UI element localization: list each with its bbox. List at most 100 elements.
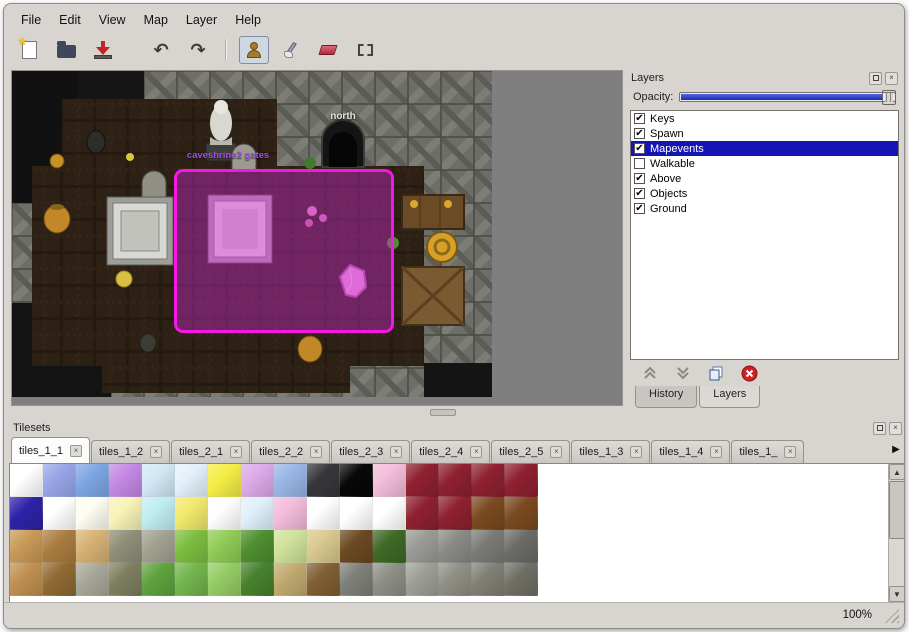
- tileset-tile[interactable]: [142, 464, 175, 497]
- tileset-tile[interactable]: [373, 497, 406, 530]
- tileset-tab[interactable]: tiles_2_4 ×: [411, 440, 490, 463]
- save-button[interactable]: [88, 36, 118, 64]
- layer-visibility-checkbox[interactable]: [634, 113, 645, 124]
- tileset-tile[interactable]: [340, 563, 373, 596]
- layer-row[interactable]: Ground: [631, 201, 898, 216]
- float-panel-button[interactable]: [869, 72, 882, 85]
- tileset-tile[interactable]: [241, 497, 274, 530]
- menu-item[interactable]: Layer: [177, 11, 226, 29]
- tileset-tile[interactable]: [274, 563, 307, 596]
- eraser-tool-button[interactable]: [313, 36, 343, 64]
- tileset-tile[interactable]: [43, 497, 76, 530]
- tileset-tile[interactable]: [10, 464, 43, 497]
- tileset-tab[interactable]: tiles_2_3 ×: [331, 440, 410, 463]
- tileset-tile[interactable]: [76, 530, 109, 563]
- undo-button[interactable]: ↶: [146, 36, 176, 64]
- map-selection-rect[interactable]: [174, 169, 394, 333]
- close-panel-button[interactable]: ×: [885, 72, 898, 85]
- tileset-tab[interactable]: tiles_2_2 ×: [251, 440, 330, 463]
- tileset-tile[interactable]: [43, 464, 76, 497]
- tab-close-icon[interactable]: ×: [150, 446, 162, 458]
- tileset-tile[interactable]: [340, 497, 373, 530]
- tab-close-icon[interactable]: ×: [550, 446, 562, 458]
- menu-item[interactable]: Edit: [50, 11, 90, 29]
- tileset-tile[interactable]: [142, 530, 175, 563]
- layer-visibility-checkbox[interactable]: [634, 143, 645, 154]
- map-canvas[interactable]: north caveshrine2 gates: [11, 70, 623, 406]
- opacity-slider[interactable]: [679, 92, 896, 102]
- layer-visibility-checkbox[interactable]: [634, 203, 645, 214]
- lower-layer-button[interactable]: [674, 364, 692, 382]
- tileset-tile[interactable]: [505, 464, 538, 497]
- tileset-tile[interactable]: [340, 464, 373, 497]
- resize-grip[interactable]: [885, 609, 899, 623]
- tileset-tile[interactable]: [439, 497, 472, 530]
- tileset-tile[interactable]: [307, 563, 340, 596]
- tileset-tab[interactable]: tiles_1_3 ×: [571, 440, 650, 463]
- select-tool-button[interactable]: [350, 36, 380, 64]
- tileset-tile[interactable]: [43, 530, 76, 563]
- map-view[interactable]: north caveshrine2 gates: [12, 71, 492, 397]
- tab-close-icon[interactable]: ×: [470, 446, 482, 458]
- tileset-tile[interactable]: [76, 563, 109, 596]
- tileset-tile[interactable]: [505, 497, 538, 530]
- tileset-tile[interactable]: [109, 497, 142, 530]
- tileset-tab[interactable]: tiles_1_4 ×: [651, 440, 730, 463]
- layer-row[interactable]: Keys: [631, 111, 898, 126]
- layer-visibility-checkbox[interactable]: [634, 173, 645, 184]
- menu-item[interactable]: Map: [135, 11, 177, 29]
- tileset-tab[interactable]: tiles_2_5 ×: [491, 440, 570, 463]
- tab-scroll-right-button[interactable]: ▶: [888, 440, 904, 459]
- tileset-tile[interactable]: [175, 464, 208, 497]
- tileset-tile[interactable]: [274, 497, 307, 530]
- tileset-tile[interactable]: [439, 530, 472, 563]
- layer-visibility-checkbox[interactable]: [634, 188, 645, 199]
- tileset-tile[interactable]: [142, 563, 175, 596]
- tileset-tile[interactable]: [175, 563, 208, 596]
- scroll-down-button[interactable]: ▼: [889, 586, 905, 602]
- layer-row[interactable]: Spawn: [631, 126, 898, 141]
- tab-close-icon[interactable]: ×: [310, 446, 322, 458]
- tileset-tile[interactable]: [406, 563, 439, 596]
- scroll-up-button[interactable]: ▲: [889, 464, 905, 480]
- tileset-vertical-scrollbar[interactable]: ▲ ▼: [888, 464, 905, 602]
- raise-layer-button[interactable]: [641, 364, 659, 382]
- tileset-tile[interactable]: [208, 497, 241, 530]
- tileset-tile[interactable]: [373, 530, 406, 563]
- tileset-tile[interactable]: [241, 530, 274, 563]
- tileset-tile[interactable]: [10, 563, 43, 596]
- tileset-tab[interactable]: tiles_1_ ×: [731, 440, 804, 463]
- close-panel-button[interactable]: ×: [889, 422, 902, 435]
- tileset-tile[interactable]: [142, 497, 175, 530]
- layer-row[interactable]: Above: [631, 171, 898, 186]
- tab-close-icon[interactable]: ×: [630, 446, 642, 458]
- tab-close-icon[interactable]: ×: [710, 446, 722, 458]
- tileset-tile[interactable]: [505, 530, 538, 563]
- tileset-tile[interactable]: [373, 464, 406, 497]
- new-file-button[interactable]: ★: [14, 36, 44, 64]
- tab-close-icon[interactable]: ×: [784, 446, 796, 458]
- menu-item[interactable]: Help: [226, 11, 270, 29]
- duplicate-layer-button[interactable]: [707, 364, 725, 382]
- tileset-tile[interactable]: [274, 530, 307, 563]
- tileset-tile[interactable]: [10, 497, 43, 530]
- panel-tab[interactable]: Layers: [699, 386, 760, 408]
- tileset-tile[interactable]: [406, 497, 439, 530]
- redo-button[interactable]: ↷: [183, 36, 213, 64]
- tileset-tile[interactable]: [307, 464, 340, 497]
- tileset-tile[interactable]: [109, 563, 142, 596]
- splitter-handle[interactable]: [430, 409, 456, 416]
- tileset-tile[interactable]: [274, 464, 307, 497]
- tileset-tile[interactable]: [307, 497, 340, 530]
- tileset-tile[interactable]: [472, 497, 505, 530]
- tileset-tab[interactable]: tiles_1_2 ×: [91, 440, 170, 463]
- tileset-tile[interactable]: [472, 464, 505, 497]
- tab-close-icon[interactable]: ×: [390, 446, 402, 458]
- tileset-tile[interactable]: [208, 530, 241, 563]
- tileset-tile[interactable]: [109, 464, 142, 497]
- tileset-tile[interactable]: [340, 530, 373, 563]
- tileset-tile[interactable]: [472, 530, 505, 563]
- panel-tab[interactable]: History: [635, 386, 697, 408]
- layer-row[interactable]: Objects: [631, 186, 898, 201]
- tileset-tile[interactable]: [307, 530, 340, 563]
